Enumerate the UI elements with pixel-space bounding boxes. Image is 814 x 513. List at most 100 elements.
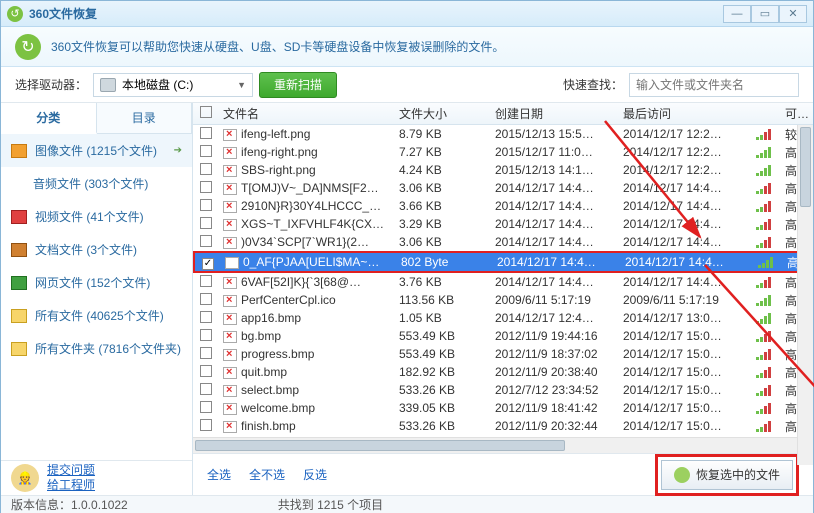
row-checkbox[interactable] [200, 235, 212, 247]
status-left: 版本信息：1.0.0.1022 [11, 496, 128, 513]
table-row[interactable]: bg.bmp553.49 KB2012/11/9 19:44:162014/12… [193, 327, 813, 345]
col-name[interactable]: 文件名 [219, 105, 395, 122]
row-checkbox[interactable] [200, 347, 212, 359]
drive-icon [100, 78, 116, 92]
file-icon [223, 165, 237, 177]
file-accessed: 2014/12/17 15:0… [619, 329, 747, 343]
table-row[interactable]: ifeng-right.png7.27 KB2015/12/17 11:0…20… [193, 143, 813, 161]
table-row[interactable]: ✓0_AF{PJAA[UELI$MA~…802 Byte2014/12/17 1… [193, 251, 813, 273]
tab-category[interactable]: 分类 [1, 103, 97, 134]
select-none-link[interactable]: 全不选 [249, 466, 285, 483]
file-icon [223, 331, 237, 343]
table-row[interactable]: SBS-right.png4.24 KB2015/12/13 14:1…2014… [193, 161, 813, 179]
row-checkbox[interactable] [200, 181, 212, 193]
file-icon [223, 421, 237, 433]
file-size: 7.27 KB [395, 145, 491, 159]
close-button[interactable]: ✕ [779, 5, 807, 23]
row-checkbox[interactable] [200, 199, 212, 211]
sidebar-item-doc[interactable]: 文档文件 (3个文件) [1, 233, 192, 266]
to-engineer-link[interactable]: 给工程师 [47, 478, 95, 493]
table-row[interactable]: progress.bmp553.49 KB2012/11/9 18:37:022… [193, 345, 813, 363]
file-size: 339.05 KB [395, 401, 491, 415]
recover-label: 恢复选中的文件 [696, 466, 780, 483]
file-size: 533.26 KB [395, 419, 491, 433]
file-created: 2014/12/17 14:4… [493, 255, 621, 269]
sidebar-item-label: 视频文件 (41个文件) [35, 208, 144, 225]
file-size: 3.66 KB [395, 199, 491, 213]
sidebar-item-audio[interactable]: 音频文件 (303个文件) [1, 167, 192, 200]
sidebar-item-folder[interactable]: 所有文件 (40625个文件) [1, 299, 192, 332]
row-checkbox[interactable]: ✓ [202, 258, 214, 270]
signal-icon [756, 129, 772, 140]
doc-icon [11, 243, 27, 257]
file-icon [223, 385, 237, 397]
table-row[interactable]: app16.bmp1.05 KB2014/12/17 12:4…2014/12/… [193, 309, 813, 327]
file-icon [223, 183, 237, 195]
row-checkbox[interactable] [200, 127, 212, 139]
file-created: 2012/11/9 20:38:40 [491, 365, 619, 379]
col-accessed[interactable]: 最后访问 [619, 105, 747, 122]
table-row[interactable]: PerfCenterCpl.ico113.56 KB2009/6/11 5:17… [193, 291, 813, 309]
row-checkbox[interactable] [200, 419, 212, 431]
row-checkbox[interactable] [200, 383, 212, 395]
tab-directory[interactable]: 目录 [97, 103, 193, 133]
sidebar-item-img[interactable]: 图像文件 (1215个文件)➔ [1, 134, 192, 167]
file-accessed: 2014/12/17 12:2… [619, 145, 747, 159]
file-icon [223, 129, 237, 141]
maximize-button[interactable]: ▭ [751, 5, 779, 23]
table-row[interactable]: 6VAF[52I]K}{`3[68@…3.76 KB2014/12/17 14:… [193, 273, 813, 291]
invert-selection-link[interactable]: 反选 [303, 466, 327, 483]
file-icon [223, 201, 237, 213]
table-row[interactable]: 2910N}R}30Y4LHCCC_…3.66 KB2014/12/17 14:… [193, 197, 813, 215]
row-checkbox[interactable] [200, 145, 212, 157]
vertical-scrollbar[interactable] [797, 125, 813, 465]
sidebar-item-video[interactable]: 视频文件 (41个文件) [1, 200, 192, 233]
table-row[interactable]: welcome.bmp339.05 KB2012/11/9 18:41:4220… [193, 399, 813, 417]
row-checkbox[interactable] [200, 275, 212, 287]
file-accessed: 2014/12/17 14:4… [621, 255, 749, 269]
sidebar-item-web[interactable]: 网页文件 (152个文件) [1, 266, 192, 299]
row-checkbox[interactable] [200, 311, 212, 323]
signal-icon [756, 367, 772, 378]
table-row[interactable]: select.bmp533.26 KB2012/7/12 23:34:52201… [193, 381, 813, 399]
table-row[interactable]: T[OMJ)V~_DA]NMS[F2…3.06 KB2014/12/17 14:… [193, 179, 813, 197]
select-all-link[interactable]: 全选 [207, 466, 231, 483]
col-check[interactable] [193, 106, 219, 121]
sidebar-item-folder[interactable]: 所有文件夹 (7816个文件夹) [1, 332, 192, 365]
table-row[interactable]: )0V34`SCP[7`WR1}(2…3.06 KB2014/12/17 14:… [193, 233, 813, 251]
col-recoverability-label[interactable]: 可恢复性 [781, 105, 809, 122]
submit-issue-link[interactable]: 提交问题 [47, 463, 95, 478]
row-checkbox[interactable] [200, 329, 212, 341]
horizontal-scrollbar[interactable] [193, 437, 813, 453]
col-created[interactable]: 创建日期 [491, 105, 619, 122]
file-created: 2014/12/17 14:4… [491, 217, 619, 231]
file-created: 2012/11/9 18:37:02 [491, 347, 619, 361]
file-accessed: 2014/12/17 15:0… [619, 419, 747, 433]
signal-icon [756, 277, 772, 288]
drive-select[interactable]: 本地磁盘 (C:) ▼ [93, 73, 253, 97]
table-row[interactable]: quit.bmp182.92 KB2012/11/9 20:38:402014/… [193, 363, 813, 381]
app-icon: ↺ [7, 6, 23, 22]
search-input[interactable] [629, 73, 799, 97]
minimize-button[interactable]: — [723, 5, 751, 23]
sidebar-item-label: 音频文件 (303个文件) [33, 175, 148, 192]
file-accessed: 2014/12/17 15:0… [619, 347, 747, 361]
table-row[interactable]: finish.bmp533.26 KB2012/11/9 20:32:44201… [193, 417, 813, 435]
file-name: )0V34`SCP[7`WR1}(2… [241, 235, 369, 249]
signal-icon [756, 201, 772, 212]
file-name: app16.bmp [241, 311, 301, 325]
row-checkbox[interactable] [200, 217, 212, 229]
file-accessed: 2014/12/17 14:4… [619, 199, 747, 213]
file-icon [225, 257, 239, 269]
row-checkbox[interactable] [200, 293, 212, 305]
recover-button[interactable]: 恢复选中的文件 [661, 460, 793, 490]
row-checkbox[interactable] [200, 365, 212, 377]
table-row[interactable]: ifeng-left.png8.79 KB2015/12/13 15:5…201… [193, 125, 813, 143]
table-row[interactable]: XGS~T_IXFVHLF4K{CX…3.29 KB2014/12/17 14:… [193, 215, 813, 233]
col-size[interactable]: 文件大小 [395, 105, 491, 122]
file-size: 8.79 KB [395, 127, 491, 141]
row-checkbox[interactable] [200, 163, 212, 175]
rescan-button[interactable]: 重新扫描 [259, 72, 337, 98]
file-created: 2012/11/9 19:44:16 [491, 329, 619, 343]
row-checkbox[interactable] [200, 401, 212, 413]
